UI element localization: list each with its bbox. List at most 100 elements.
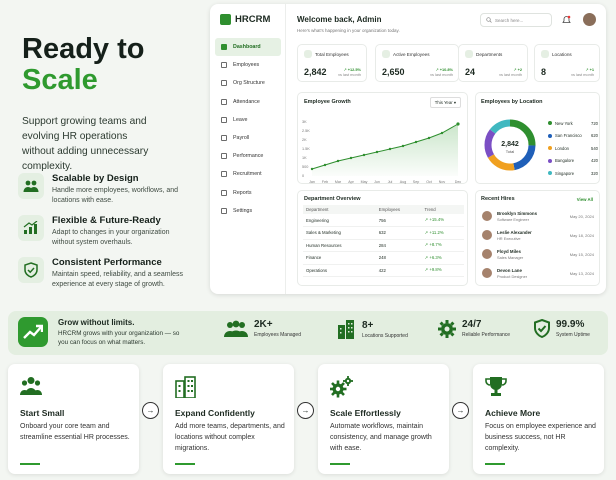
y-tick: 0 bbox=[302, 174, 304, 178]
brand-logo[interactable]: HRCRM bbox=[220, 14, 270, 25]
banner-title: Grow without limits. bbox=[58, 318, 135, 327]
stat-change: ↗ +1 vs last month bbox=[571, 67, 594, 77]
step-expand-confidently: Expand Confidently Add more teams, depar… bbox=[163, 364, 294, 474]
avatar bbox=[482, 268, 492, 278]
sidebar-nav: Dashboard Employees Org Structure Attend… bbox=[215, 38, 281, 220]
y-tick: 1K bbox=[302, 156, 307, 160]
brand-name: HRCRM bbox=[235, 14, 271, 25]
department-table: Department Employees Trend Engineering 75… bbox=[303, 205, 464, 277]
stat-value: 8 bbox=[541, 67, 547, 77]
hero-title: Ready to Scale bbox=[22, 34, 144, 96]
banner-stat-employees: 2K+ Employees Managed bbox=[224, 319, 301, 338]
org-icon bbox=[221, 80, 227, 87]
shield-check-icon bbox=[18, 257, 44, 283]
sidebar-item-reports[interactable]: Reports bbox=[215, 184, 281, 202]
svg-text:2,842: 2,842 bbox=[501, 141, 519, 148]
feature-scalable: Scalable by Design Handle more employees… bbox=[18, 173, 188, 205]
gears-icon bbox=[330, 376, 353, 398]
sidebar: HRCRM Dashboard Employees Org Structure … bbox=[210, 4, 286, 294]
table-row[interactable]: Engineering 756 ↗ +15.4% bbox=[303, 214, 464, 227]
col-employees: Employees bbox=[375, 205, 422, 214]
sidebar-item-employees[interactable]: Employees bbox=[215, 56, 281, 74]
svg-text:Jun: Jun bbox=[374, 180, 380, 184]
list-item[interactable]: Floyd Miles Sales Manager May 15, 2024 bbox=[482, 245, 594, 263]
list-item[interactable]: Devon Lane Product Designer May 13, 2024 bbox=[482, 264, 594, 282]
stat-change: ↗ +10.8% vs last month bbox=[430, 67, 453, 77]
avatar bbox=[482, 249, 492, 259]
svg-text:Jul: Jul bbox=[388, 180, 393, 184]
col-department: Department bbox=[303, 205, 376, 214]
step-achieve-more: Achieve More Focus on employee experienc… bbox=[473, 364, 604, 474]
feature-title: Scalable by Design bbox=[52, 173, 139, 184]
avatar[interactable] bbox=[583, 13, 596, 26]
svg-text:Total: Total bbox=[506, 149, 515, 154]
sidebar-item-org-structure[interactable]: Org Structure bbox=[215, 74, 281, 92]
view-all-link[interactable]: View All bbox=[577, 197, 593, 202]
location-donut: 2,842 Total bbox=[484, 119, 536, 171]
table-row[interactable]: Sales & Marketing 632 ↗ +11.2% bbox=[303, 226, 464, 240]
sidebar-item-recruitment[interactable]: Recruitment bbox=[215, 165, 281, 183]
step-title: Expand Confidently bbox=[175, 408, 255, 418]
growth-title: Employee Growth bbox=[304, 99, 351, 105]
table-row[interactable]: Human Resources 284 ↗ +8.7% bbox=[303, 239, 464, 252]
legend-item: San Francisco 620 bbox=[548, 130, 598, 143]
stat-change: ↗ +12.5% vs last month bbox=[338, 67, 361, 77]
sidebar-item-settings[interactable]: Settings bbox=[215, 202, 281, 220]
svg-text:Nov: Nov bbox=[439, 180, 446, 184]
sidebar-item-performance[interactable]: Performance bbox=[215, 147, 281, 165]
y-tick: 500 bbox=[302, 165, 308, 169]
chart-icon bbox=[221, 153, 227, 160]
list-item[interactable]: Leslie Alexander HR Executive May 18, 2024 bbox=[482, 226, 594, 244]
arrow-right-icon: → bbox=[297, 402, 314, 419]
feature-title: Flexible & Future-Ready bbox=[52, 215, 161, 226]
feature-desc: Handle more employees, workflows, and lo… bbox=[52, 187, 179, 204]
hero-title-line2: Scale bbox=[22, 64, 98, 96]
sidebar-item-payroll[interactable]: Payroll bbox=[215, 129, 281, 147]
list-item[interactable]: Brooklyn Simmons Software Engineer May 20,… bbox=[482, 207, 594, 225]
feature-title: Consistent Performance bbox=[52, 257, 162, 268]
stat-value: 24 bbox=[465, 67, 476, 77]
step-title: Start Small bbox=[20, 408, 65, 418]
location-legend: New York 720 San Francisco 620 London 540 B… bbox=[548, 117, 598, 180]
building-icon bbox=[465, 50, 473, 58]
range-select[interactable]: This Year ▾ bbox=[429, 97, 461, 108]
banner-stat-uptime: 99.9% System Uptime bbox=[534, 319, 590, 338]
table-row[interactable]: Operations 422 ↗ +9.8% bbox=[303, 264, 464, 277]
sidebar-item-attendance[interactable]: Attendance bbox=[215, 93, 281, 111]
legend-item: London 540 bbox=[548, 142, 598, 155]
avatar bbox=[482, 230, 492, 240]
search-input[interactable]: Search here... bbox=[480, 13, 552, 27]
feature-performance: Consistent Performance Maintain speed, r… bbox=[18, 257, 188, 289]
svg-text:May: May bbox=[361, 180, 368, 184]
step-desc: Focus on employee experience and busines… bbox=[485, 423, 596, 452]
stat-departments: Departments 24 ↗ +2 vs last month bbox=[458, 44, 528, 82]
stat-locations: Locations 8 ↗ +1 vs last month bbox=[534, 44, 600, 82]
svg-text:Feb: Feb bbox=[322, 180, 328, 184]
trophy-icon bbox=[485, 377, 507, 396]
stat-total-employees: Total Employees 2,842 ↗ +12.5% vs last mo… bbox=[297, 44, 367, 82]
sidebar-item-leave[interactable]: Leave bbox=[215, 111, 281, 129]
table-row[interactable]: Finance 248 ↗ +6.3% bbox=[303, 251, 464, 265]
svg-text:Sep: Sep bbox=[413, 180, 419, 184]
x-axis-ticks: Jan Feb Mar Apr May Jun Jul Aug Sep Oct Nov De… bbox=[309, 180, 461, 184]
users-icon bbox=[221, 62, 227, 69]
bell-icon[interactable] bbox=[562, 15, 571, 25]
svg-text:Jan: Jan bbox=[309, 180, 315, 184]
step-accent-bar bbox=[330, 463, 350, 465]
legend-item: Singapore 320 bbox=[548, 167, 598, 180]
hero-subtitle: Support growing teams and evolving HR op… bbox=[22, 116, 149, 172]
sidebar-item-dashboard[interactable]: Dashboard bbox=[215, 38, 281, 57]
brand-logo-icon bbox=[220, 14, 231, 25]
y-tick: 2.5K bbox=[302, 129, 310, 133]
step-scale-effortlessly: Scale Effortlessly Automate workflows, m… bbox=[318, 364, 449, 474]
employee-growth-panel: Employee Growth This Year ▾ 3K 2.5K 2K 1… bbox=[297, 92, 468, 184]
user-check-icon bbox=[382, 50, 390, 58]
step-title: Scale Effortlessly bbox=[330, 408, 401, 418]
feature-desc: Maintain speed, reliability, and a seaml… bbox=[52, 271, 183, 288]
legend-item: New York 720 bbox=[548, 117, 598, 130]
arrow-right-icon: → bbox=[452, 402, 469, 419]
step-desc: Automate workflows, maintain consistency… bbox=[330, 423, 432, 452]
svg-text:Dec: Dec bbox=[455, 180, 462, 184]
banner-subtitle: HRCRM grows with your organization — so … bbox=[58, 330, 180, 346]
users-icon bbox=[304, 50, 312, 58]
